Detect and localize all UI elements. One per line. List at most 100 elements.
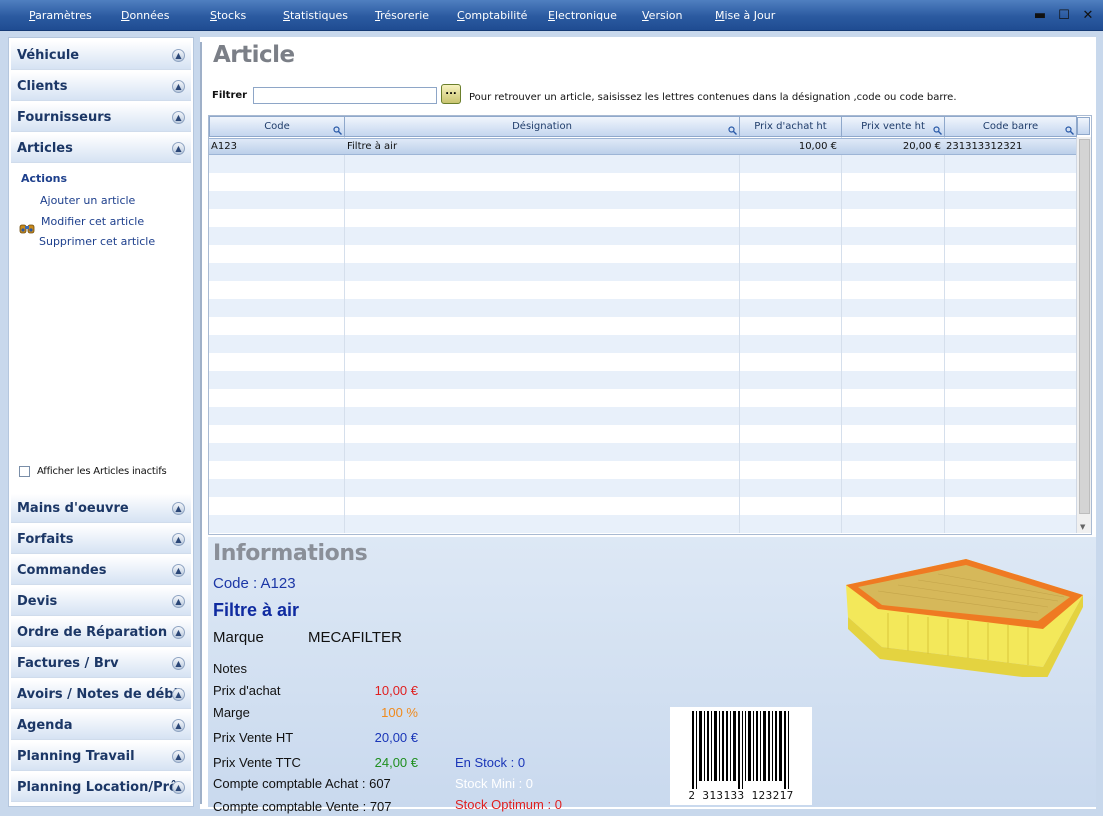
table-row[interactable]: A123 Filtre à air 10,00 € 20,00 € 231313… [209,138,1077,155]
search-icon[interactable] [1065,126,1074,135]
cell-prix-vente: 20,00 € [902,141,941,152]
menu-stocks[interactable]: Stocks [210,9,246,22]
cell-code: A123 [211,141,237,152]
prix-achat-label: Prix d'achat [213,683,281,698]
nav-articles[interactable]: Articles ▲ [11,134,191,163]
nav-ordre-reparation[interactable]: Ordre de Réparation ▲ [11,618,191,647]
chevron-up-icon[interactable]: ▲ [172,533,185,546]
column-chooser-icon[interactable] [1077,117,1090,135]
prix-ttc-label: Prix Vente TTC [213,755,301,770]
nav-label: Véhicule [17,48,80,63]
air-filter-image [846,559,1083,677]
page-title: Article [213,42,295,68]
stock-optimum: Stock Optimum : 0 [455,797,562,812]
cell-prix-achat: 10,00 € [798,141,837,152]
inactive-articles-label: Afficher les Articles inactifs [37,466,167,477]
chevron-up-icon[interactable]: ▲ [172,111,185,124]
nav-vehicule[interactable]: Véhicule ▲ [11,41,191,70]
col-header-label: Désignation [512,121,572,132]
action-edit-article[interactable]: Modifier cet article [41,215,144,228]
nav-planning-location[interactable]: Planning Location/Prêt ▲ [11,773,191,802]
col-header-prix-achat[interactable]: Prix d'achat ht [739,116,842,137]
chevron-up-icon[interactable]: ▲ [172,719,185,732]
filter-label: Filtrer [212,90,248,101]
chevron-up-icon[interactable]: ▲ [172,688,185,701]
col-header-code-barre[interactable]: Code barre [944,116,1077,137]
chevron-up-icon[interactable]: ▲ [172,626,185,639]
info-panel: Informations Code : A123 Filtre à air Ma… [208,537,1096,814]
menu-parametres[interactable]: Paramètres [29,9,92,22]
filter-browse-button[interactable]: ... [441,84,461,104]
column-divider [739,137,740,533]
menu-tresorerie[interactable]: Trésorerie [375,9,429,22]
barcode-bars [692,711,789,789]
col-header-code[interactable]: Code [209,116,345,137]
chevron-up-icon[interactable]: ▲ [172,750,185,763]
menu-version[interactable]: Version [642,9,682,22]
divider [200,42,202,804]
chevron-up-icon[interactable]: ▲ [172,564,185,577]
inactive-articles-checkbox[interactable] [19,466,30,477]
compte-achat: Compte comptable Achat : 607 [213,776,391,791]
notes-label: Notes [213,661,247,676]
nav-factures[interactable]: Factures / Brv ▲ [11,649,191,678]
column-divider [841,137,842,533]
search-icon[interactable] [728,126,737,135]
column-divider [944,137,945,533]
vertical-scrollbar[interactable]: ▼ [1076,137,1091,533]
nav-mains-doeuvre[interactable]: Mains d'oeuvre ▲ [11,494,191,523]
chevron-up-icon[interactable]: ▲ [172,595,185,608]
nav-forfaits[interactable]: Forfaits ▲ [11,525,191,554]
search-icon[interactable] [333,126,342,135]
sidebar: Véhicule ▲ Clients ▲ Fournisseurs ▲ Arti… [8,37,194,807]
cell-designation: Filtre à air [347,141,398,152]
col-header-label: Prix d'achat ht [754,121,827,132]
article-code: Code : A123 [213,575,296,592]
chevron-up-icon[interactable]: ▲ [172,781,185,794]
col-header-prix-vente[interactable]: Prix vente ht [841,116,945,137]
marque-label: Marque [213,629,264,646]
chevron-up-icon[interactable]: ▲ [172,80,185,93]
marge-value: 100 % [381,705,418,720]
col-header-label: Prix vente ht [861,121,925,132]
filter-input[interactable] [253,87,437,104]
nav-label: Devis [17,594,58,609]
nav-label: Agenda [17,718,73,733]
nav-commandes[interactable]: Commandes ▲ [11,556,191,585]
prix-ttc-value: 24,00 € [374,755,418,770]
chevron-up-icon[interactable]: ▲ [172,142,185,155]
nav-label: Clients [17,79,68,94]
action-delete-article[interactable]: Supprimer cet article [39,235,155,248]
nav-devis[interactable]: Devis ▲ [11,587,191,616]
menu-donnees[interactable]: Données [121,9,169,22]
menu-statistiques[interactable]: Statistiques [283,9,348,22]
scroll-down-icon[interactable]: ▼ [1080,523,1085,531]
nav-agenda[interactable]: Agenda ▲ [11,711,191,740]
chevron-up-icon[interactable]: ▲ [172,657,185,670]
menu-mise-a-jour[interactable]: Mise à Jour [715,9,775,22]
nav-planning-travail[interactable]: Planning Travail ▲ [11,742,191,771]
minimize-button[interactable]: ▬ [1033,9,1047,23]
menu-electronique[interactable]: Electronique [548,9,617,22]
menu-comptabilite[interactable]: Comptabilité [457,9,527,22]
prix-achat-value: 10,00 € [374,683,418,698]
chevron-up-icon[interactable]: ▲ [172,49,185,62]
actions-title: Actions [21,172,67,185]
nav-label: Factures / Brv [17,656,119,671]
filter-hint: Pour retrouver un article, saisissez les… [469,92,957,103]
nav-clients[interactable]: Clients ▲ [11,72,191,101]
nav-avoirs[interactable]: Avoirs / Notes de débit ▲ [11,680,191,709]
col-header-designation[interactable]: Désignation [344,116,740,137]
chevron-up-icon[interactable]: ▲ [172,502,185,515]
maximize-button[interactable]: ☐ [1057,9,1071,23]
close-button[interactable]: ✕ [1081,9,1095,23]
stock-mini: Stock Mini : 0 [455,776,534,791]
grid-header: Code Désignation Prix d'achat ht Prix ve… [209,116,1077,137]
compte-vente: Compte comptable Vente : 707 [213,799,392,814]
marque-value: MECAFILTER [308,629,402,646]
scrollbar-thumb[interactable] [1079,139,1090,514]
nav-fournisseurs[interactable]: Fournisseurs ▲ [11,103,191,132]
search-icon[interactable] [933,126,942,135]
menu-bar: Paramètres Données Stocks Statistiques T… [0,0,1103,31]
action-add-article[interactable]: Ajouter un article [40,194,135,207]
